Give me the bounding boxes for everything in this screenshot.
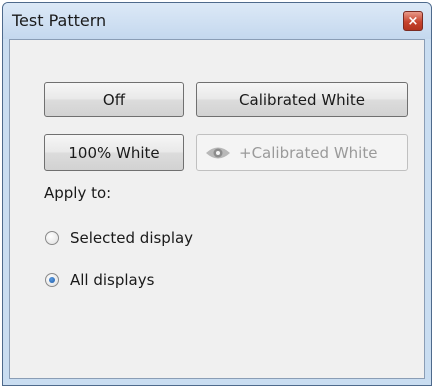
radio-all-displays[interactable]: All displays bbox=[44, 270, 154, 290]
radio-button[interactable] bbox=[45, 231, 59, 245]
title-bar[interactable]: Test Pattern × bbox=[3, 3, 431, 39]
radio-selected-dot bbox=[49, 277, 55, 283]
radio-label: Selected display bbox=[70, 229, 194, 247]
plus-calibrated-white-label: +Calibrated White bbox=[239, 143, 378, 162]
radio-selected-display[interactable]: Selected display bbox=[44, 228, 193, 248]
apply-to-label: Apply to: bbox=[44, 184, 112, 202]
white-100-button[interactable]: 100% White bbox=[44, 134, 184, 171]
eye-icon bbox=[206, 147, 230, 158]
radio-button[interactable] bbox=[45, 273, 59, 287]
plus-calibrated-white-button[interactable]: +Calibrated White bbox=[196, 134, 408, 171]
off-button[interactable]: Off bbox=[44, 82, 184, 117]
close-icon: × bbox=[407, 13, 419, 29]
radio-label: All displays bbox=[70, 271, 155, 289]
window-title: Test Pattern bbox=[12, 11, 107, 30]
calibrated-white-button[interactable]: Calibrated White bbox=[196, 82, 408, 117]
close-button[interactable]: × bbox=[403, 11, 423, 31]
dialog-content: Off Calibrated White 100% White +Calibra… bbox=[9, 39, 425, 379]
test-pattern-window: Test Pattern × Off Calibrated White 100%… bbox=[2, 2, 432, 386]
